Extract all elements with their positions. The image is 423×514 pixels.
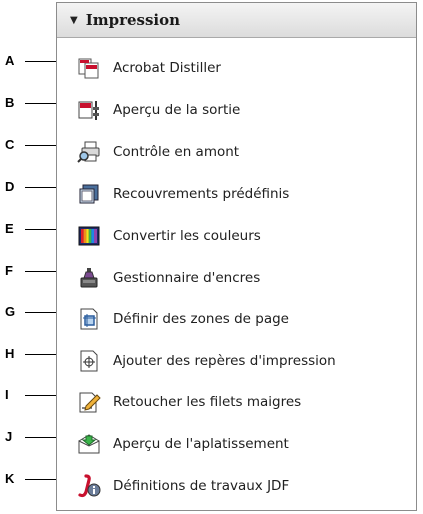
trap-presets-icon (77, 182, 101, 206)
menu-item-output-preview[interactable]: Aperçu de la sortie (77, 95, 240, 125)
collapse-triangle-icon[interactable]: ▼ (70, 15, 78, 26)
output-preview-icon (77, 98, 101, 122)
menu-item-label: Recouvrements prédéfinis (113, 186, 290, 202)
convert-colors-icon (77, 224, 101, 248)
callout-letter: C (5, 137, 15, 152)
menu-item-label: Contrôle en amont (113, 144, 240, 160)
menu-item-label: Aperçu de la sortie (113, 102, 241, 118)
callout-letter: B (5, 95, 15, 110)
callout-letter: I (5, 387, 9, 402)
callout-letter: E (5, 221, 14, 236)
panel-title: Impression (85, 11, 181, 29)
callout-letter: H (5, 346, 15, 361)
menu-item-label: Convertir les couleurs (113, 228, 261, 244)
ink-manager-icon (77, 266, 101, 290)
menu-item-ink-manager[interactable]: Gestionnaire d'encres (77, 263, 260, 293)
menu-item-label: Aperçu de l'aplatissement (113, 436, 289, 452)
menu-item-label: Retoucher les filets maigres (113, 394, 302, 410)
callout-letter: A (5, 53, 15, 68)
menu-item-label: Ajouter des repères d'impression (113, 353, 336, 369)
callout-letter: F (5, 263, 13, 278)
menu-item-jdf-definitions[interactable]: Définitions de travaux JDF (77, 471, 289, 501)
page-boxes-icon (77, 307, 101, 331)
menu-item-label: Définir des zones de page (113, 311, 289, 327)
menu-item-fix-hairlines[interactable]: Retoucher les filets maigres (77, 387, 301, 417)
menu-item-label: Acrobat Distiller (113, 60, 221, 76)
menu-item-printer-marks[interactable]: Ajouter des repères d'impression (77, 346, 336, 376)
print-panel: ▼ Impression Acrobat Distiller Aperçu de… (56, 2, 417, 511)
flattener-preview-icon (77, 432, 101, 456)
preflight-icon (77, 140, 101, 164)
jdf-definitions-icon (77, 474, 101, 498)
menu-item-page-boxes[interactable]: Définir des zones de page (77, 304, 289, 334)
menu-item-label: Définitions de travaux JDF (113, 478, 290, 494)
callout-letter: K (5, 471, 15, 486)
panel-header[interactable]: ▼ Impression (57, 3, 416, 38)
menu-item-flattener-preview[interactable]: Aperçu de l'aplatissement (77, 429, 289, 459)
acrobat-distiller-icon (77, 56, 101, 80)
menu-item-convert-colors[interactable]: Convertir les couleurs (77, 221, 261, 251)
callout-letter: J (5, 429, 13, 444)
callout-letter: D (5, 179, 15, 194)
fix-hairlines-icon (77, 390, 101, 414)
menu-item-preflight[interactable]: Contrôle en amont (77, 137, 239, 167)
callout-letter: G (5, 304, 16, 319)
menu-item-label: Gestionnaire d'encres (113, 270, 261, 286)
menu-item-acrobat-distiller[interactable]: Acrobat Distiller (77, 53, 221, 83)
printer-marks-icon (77, 349, 101, 373)
menu-item-trap-presets[interactable]: Recouvrements prédéfinis (77, 179, 289, 209)
